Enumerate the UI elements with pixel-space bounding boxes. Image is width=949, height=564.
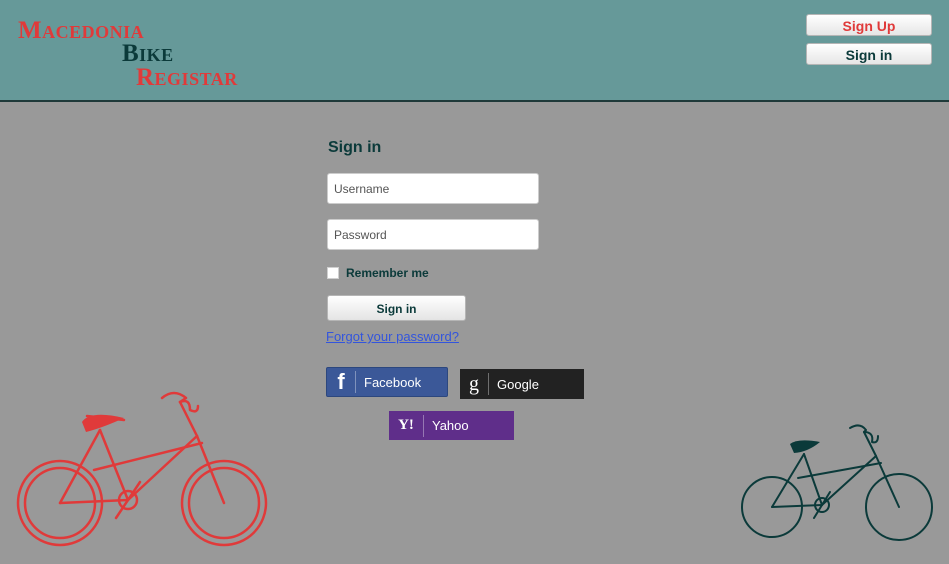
signup-button[interactable]: Sign Up xyxy=(806,14,932,36)
yahoo-icon: Y! xyxy=(398,417,414,433)
remember-me-row: Remember me xyxy=(327,266,429,280)
facebook-icon: f xyxy=(337,369,345,394)
facebook-divider xyxy=(355,371,356,393)
yahoo-login-button[interactable]: Y! Yahoo xyxy=(389,411,514,440)
red-bicycle-illustration xyxy=(16,391,268,547)
signin-submit-button[interactable]: Sign in xyxy=(327,295,466,321)
facebook-login-button[interactable]: f Facebook xyxy=(326,367,448,397)
password-input[interactable] xyxy=(327,219,539,250)
signin-form-title: Sign in xyxy=(328,139,382,156)
header-signin-button[interactable]: Sign in xyxy=(806,43,932,65)
remember-me-label[interactable]: Remember me xyxy=(346,266,429,280)
yahoo-divider xyxy=(423,414,424,437)
facebook-label: Facebook xyxy=(364,374,422,390)
yahoo-label: Yahoo xyxy=(432,418,469,433)
username-input[interactable] xyxy=(327,173,539,204)
google-label: Google xyxy=(497,376,539,392)
site-logo[interactable]: Macedonia Bike Registar xyxy=(0,0,300,100)
logo-line-2: Bike xyxy=(122,40,174,67)
remember-me-checkbox[interactable] xyxy=(327,267,339,279)
forgot-password-link[interactable]: Forgot your password? xyxy=(326,329,459,344)
teal-bicycle-illustration xyxy=(741,424,933,541)
google-icon: g xyxy=(469,372,479,395)
google-login-button[interactable]: g Google xyxy=(460,369,584,399)
header-bar: Macedonia Bike Registar Sign Up Sign in xyxy=(0,0,949,102)
logo-line-3: Registar xyxy=(136,64,238,91)
google-divider xyxy=(488,373,489,395)
